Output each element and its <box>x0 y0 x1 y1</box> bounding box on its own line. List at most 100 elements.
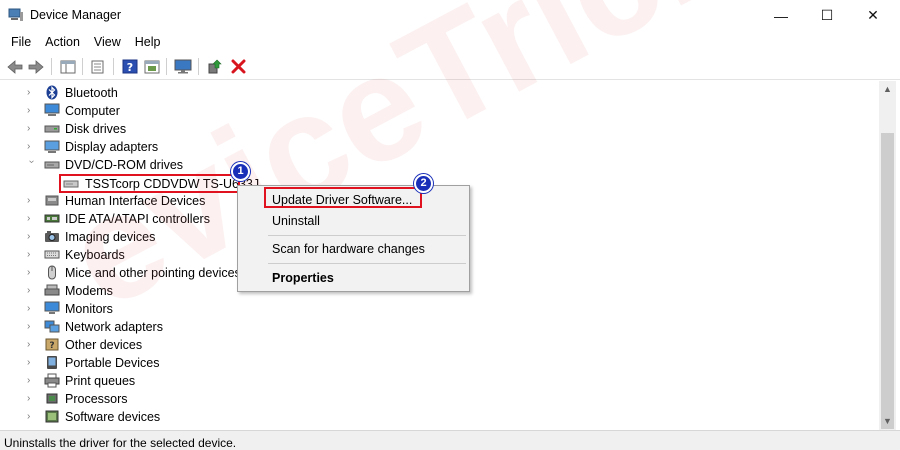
printer-icon <box>44 373 60 388</box>
tree-item-label: Computer <box>65 104 120 118</box>
menu-action[interactable]: Action <box>38 31 87 53</box>
chevron-right-icon[interactable]: › <box>27 375 37 387</box>
tree-item-label: Network adapters <box>65 320 163 334</box>
tree-item-other-devices[interactable]: › ? Other devices <box>0 336 879 354</box>
software-device-icon <box>44 409 60 424</box>
menu-view[interactable]: View <box>87 31 128 53</box>
chevron-right-icon[interactable]: › <box>27 87 37 99</box>
hid-icon <box>44 193 60 208</box>
toolbar-separator <box>51 58 52 75</box>
tree-item-software-devices[interactable]: › Software devices <box>0 408 879 426</box>
tree-item-label: Bluetooth <box>65 86 118 100</box>
window-title: Device Manager <box>30 8 122 22</box>
monitor-icon[interactable] <box>174 58 192 75</box>
tree-item-label: Mice and other pointing devices <box>65 266 241 280</box>
network-adapter-icon <box>44 319 60 334</box>
toolbar-separator <box>166 58 167 75</box>
tree-item-label: Other devices <box>65 338 143 352</box>
tree-item-label: Print queues <box>65 374 136 388</box>
menu-separator <box>268 263 466 264</box>
maximize-button[interactable]: ☐ <box>804 0 850 31</box>
tree-item-label: Human Interface Devices <box>65 194 206 208</box>
action-pane-icon[interactable] <box>143 58 161 75</box>
status-bar: Uninstalls the driver for the selected d… <box>0 430 900 450</box>
menu-item-scan-for-hardware-changes[interactable]: Scan for hardware changes <box>239 238 468 260</box>
chevron-right-icon[interactable]: › <box>27 339 37 351</box>
menu-item-uninstall[interactable]: Uninstall <box>239 210 468 232</box>
vertical-scrollbar[interactable]: ▲ ▼ <box>879 81 896 430</box>
monitor-icon <box>44 301 60 316</box>
bluetooth-icon <box>44 85 60 100</box>
chevron-right-icon[interactable]: › <box>27 303 37 315</box>
tree-item-label: Display adapters <box>65 140 159 154</box>
chevron-right-icon[interactable]: › <box>27 105 37 117</box>
forward-arrow-icon[interactable] <box>27 58 45 75</box>
tree-item-label: Monitors <box>65 302 113 316</box>
portable-device-icon <box>44 355 60 370</box>
chevron-right-icon[interactable]: › <box>27 321 37 333</box>
disk-drive-icon <box>44 121 60 136</box>
chevron-right-icon[interactable]: › <box>27 285 37 297</box>
tree-item-label: Imaging devices <box>65 230 156 244</box>
minimize-button[interactable]: — <box>758 0 804 31</box>
scroll-down-arrow-icon[interactable]: ▼ <box>879 413 896 430</box>
toolbar-separator <box>113 58 114 75</box>
other-devices-icon: ? <box>44 337 60 352</box>
tree-item-label: Processors <box>65 392 128 406</box>
svg-text:?: ? <box>49 341 54 351</box>
properties-icon[interactable] <box>89 58 107 75</box>
chevron-right-icon[interactable]: › <box>27 213 37 225</box>
modem-icon <box>44 283 60 298</box>
help-icon[interactable]: ? <box>121 58 139 75</box>
tree-item-computer[interactable]: › Computer <box>0 102 879 120</box>
close-button[interactable]: ✕ <box>850 0 896 31</box>
show-hide-console-tree-icon[interactable] <box>59 58 77 75</box>
chevron-right-icon[interactable]: › <box>27 231 37 243</box>
computer-icon <box>44 103 60 118</box>
menu-help[interactable]: Help <box>128 31 168 53</box>
back-arrow-icon[interactable] <box>6 58 24 75</box>
tree-item-dvd-cd-rom-drives[interactable]: › DVD/CD-ROM drives <box>0 156 879 174</box>
update-driver-icon[interactable] <box>206 58 224 75</box>
menu-item-properties[interactable]: Properties <box>239 267 468 289</box>
chevron-right-icon[interactable]: › <box>27 141 37 153</box>
keyboard-icon <box>44 247 60 262</box>
chevron-right-icon[interactable]: › <box>27 357 37 369</box>
chevron-right-icon[interactable]: › <box>27 411 37 423</box>
chevron-right-icon[interactable]: › <box>27 195 37 207</box>
tree-item-monitors[interactable]: › Monitors <box>0 300 879 318</box>
title-bar: Device Manager — ☐ ✕ <box>0 0 900 31</box>
tree-item-portable-devices[interactable]: › Portable Devices <box>0 354 879 372</box>
step-badge-1: 1 <box>231 162 250 181</box>
tree-item-disk-drives[interactable]: › Disk drives <box>0 120 879 138</box>
toolbar-separator <box>198 58 199 75</box>
tree-item-label: Software devices <box>65 410 161 424</box>
device-manager-app-icon <box>8 8 24 22</box>
tree-item-bluetooth[interactable]: › Bluetooth <box>0 84 879 102</box>
menu-file[interactable]: File <box>0 31 38 53</box>
camera-icon <box>44 229 60 244</box>
status-text: Uninstalls the driver for the selected d… <box>4 436 237 450</box>
tree-item-label: DVD/CD-ROM drives <box>65 158 184 172</box>
chevron-down-icon[interactable]: › <box>25 160 37 170</box>
chevron-right-icon[interactable]: › <box>27 249 37 261</box>
tree-item-label: Disk drives <box>65 122 127 136</box>
menu-separator <box>268 235 466 236</box>
update-driver-highlight <box>264 187 422 208</box>
tree-item-display-adapters[interactable]: › Display adapters <box>0 138 879 156</box>
chevron-right-icon[interactable]: › <box>27 267 37 279</box>
dvd-drive-icon <box>44 157 60 172</box>
tree-item-processors[interactable]: › Processors <box>0 390 879 408</box>
scroll-thumb[interactable] <box>881 133 894 429</box>
uninstall-x-icon[interactable] <box>229 58 247 75</box>
scroll-up-arrow-icon[interactable]: ▲ <box>879 81 896 98</box>
tree-item-network-adapters[interactable]: › Network adapters <box>0 318 879 336</box>
chevron-right-icon[interactable]: › <box>27 393 37 405</box>
chevron-right-icon[interactable]: › <box>27 123 37 135</box>
processor-icon <box>44 391 60 406</box>
tree-item-label: Keyboards <box>65 248 125 262</box>
tree-item-print-queues[interactable]: › Print queues <box>0 372 879 390</box>
tree-item-label: IDE ATA/ATAPI controllers <box>65 212 210 226</box>
tree-item-label: Modems <box>65 284 113 298</box>
tree-item-label: Portable Devices <box>65 356 160 370</box>
